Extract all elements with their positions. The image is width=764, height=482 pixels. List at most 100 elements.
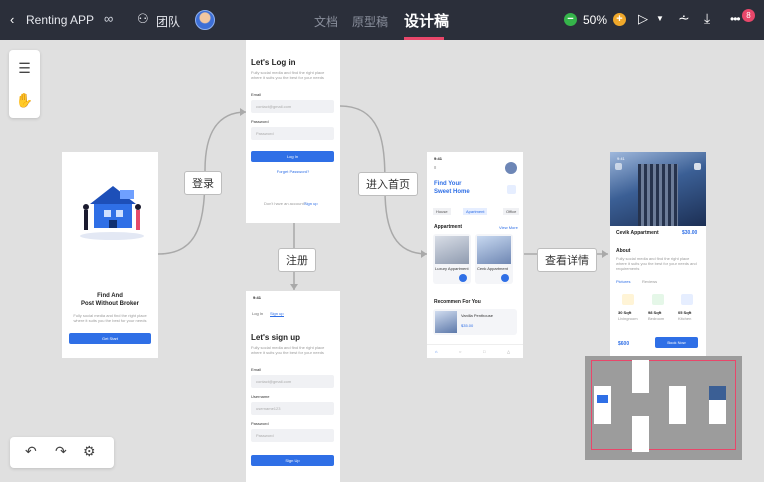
design-canvas[interactable]: 登录 注册 进入首页 查看详情 ☰ ✋ ↶ ↷ ⚙ Find And Post … bbox=[0, 40, 764, 482]
profile-icon[interactable]: △ bbox=[507, 349, 510, 354]
tab-prototype[interactable]: 原型稿 bbox=[352, 13, 388, 30]
signup-email-field[interactable]: contact@gmail.com bbox=[251, 375, 334, 388]
flow-label-view-details[interactable]: 查看详情 bbox=[537, 248, 597, 272]
undo-icon[interactable]: ↶ bbox=[25, 443, 37, 460]
feature-value: 98 Sqft bbox=[648, 310, 662, 315]
livingroom-icon bbox=[622, 294, 634, 305]
feature-value: 30 Sqft bbox=[618, 310, 632, 315]
chip-house[interactable]: House bbox=[433, 208, 451, 215]
minimap-screen bbox=[709, 386, 726, 424]
bookmark-icon[interactable] bbox=[694, 163, 701, 170]
gear-icon[interactable]: ⚙ bbox=[83, 443, 96, 460]
screen-splash[interactable]: Find And Post Without Broker Fully socia… bbox=[62, 152, 158, 358]
password-field[interactable]: Password bbox=[251, 127, 334, 140]
feature-value: 05 Sqft bbox=[678, 310, 692, 315]
signup-title: Let's sign up bbox=[251, 333, 301, 342]
email-label: Email bbox=[251, 92, 262, 97]
screen-signup[interactable]: 9:41 Log In Sign up Let's sign up Fully … bbox=[246, 291, 340, 482]
tab-design[interactable]: 设计稿 bbox=[404, 10, 449, 31]
building-photo bbox=[610, 152, 706, 226]
password-label: Password bbox=[251, 119, 269, 124]
forgot-password-link[interactable]: Forget Password? bbox=[246, 169, 340, 174]
menu-icon[interactable]: ≡ bbox=[434, 165, 436, 170]
screen-home[interactable]: 9:41 ≡ Find Your Sweet Home House Apartm… bbox=[427, 152, 523, 358]
feature-label: Kitchen bbox=[678, 316, 692, 321]
no-account-text: Don't have an account? bbox=[264, 201, 306, 206]
chip-apartment[interactable]: Apartment bbox=[463, 208, 488, 215]
notification-badge[interactable]: 8 bbox=[742, 9, 755, 22]
top-bar: ‹ Renting APP ∞ ⚇ 团队 文档 原型稿 设计稿 − 50% + … bbox=[0, 0, 764, 40]
avatar[interactable] bbox=[505, 162, 517, 174]
share-icon[interactable]: ⩪ bbox=[678, 10, 690, 27]
detail-name: Cevik Appartment bbox=[616, 230, 659, 236]
detail-price: $30.00 bbox=[682, 230, 698, 236]
status-time: 9:41 bbox=[617, 156, 625, 161]
more-icon[interactable]: ••• bbox=[730, 12, 741, 26]
tab-pictures[interactable]: Pictures bbox=[616, 279, 630, 284]
splash-title-1: Find And bbox=[97, 293, 123, 299]
bedroom-icon bbox=[652, 294, 664, 305]
house-illustration bbox=[80, 186, 144, 240]
zoom-in-icon[interactable]: + bbox=[613, 13, 626, 26]
avatar[interactable] bbox=[195, 10, 215, 30]
bottom-price: $600 bbox=[618, 341, 630, 347]
home-icon[interactable]: ⌂ bbox=[435, 349, 437, 354]
search-icon[interactable]: ○ bbox=[459, 349, 461, 354]
minimap-screen bbox=[632, 416, 649, 452]
login-title: Let's Log in bbox=[251, 58, 296, 67]
back-icon[interactable] bbox=[615, 163, 622, 170]
chevron-down-icon[interactable]: ▼ bbox=[656, 14, 664, 23]
splash-title-2: Post Without Broker bbox=[81, 301, 139, 307]
screen-login[interactable]: Let's Log in Fully social media and find… bbox=[246, 40, 340, 223]
hand-icon[interactable]: ✋ bbox=[9, 85, 40, 115]
email-field[interactable]: contact@gmail.com bbox=[251, 100, 334, 113]
login-button[interactable]: Log In bbox=[251, 151, 334, 162]
message-icon[interactable]: □ bbox=[483, 349, 485, 354]
zoom-level: 50% bbox=[583, 13, 608, 27]
team-icon[interactable]: ⚇ bbox=[137, 11, 149, 27]
play-icon[interactable]: ▷ bbox=[638, 11, 648, 27]
flow-label-register[interactable]: 注册 bbox=[278, 248, 316, 272]
tab-reviews[interactable]: Reviews bbox=[642, 279, 657, 284]
book-now-button[interactable]: Book Now bbox=[655, 337, 698, 348]
signup-email-label: Email bbox=[251, 367, 262, 372]
screen-detail[interactable]: 9:41 Cevik Appartment $30.00 About Fully… bbox=[610, 152, 706, 358]
tab-docs[interactable]: 文档 bbox=[314, 13, 338, 30]
signup-subtitle: Fully social media and find the right pl… bbox=[251, 345, 325, 355]
zoom-out-icon[interactable]: − bbox=[564, 13, 577, 26]
get-start-button[interactable]: Get Start bbox=[69, 333, 151, 344]
apartment-card[interactable]: Luxury Appartment bbox=[433, 234, 471, 284]
history-toolbar: ↶ ↷ ⚙ bbox=[10, 437, 114, 468]
chevron-left-icon[interactable]: ‹ bbox=[10, 12, 14, 27]
download-icon[interactable]: ⤓ bbox=[704, 10, 710, 27]
signup-button[interactable]: Sign Up bbox=[251, 455, 334, 466]
recommend-card[interactable]: Vanilla Penthouse $35.00 bbox=[433, 309, 517, 335]
minimap[interactable] bbox=[585, 356, 742, 460]
signup-password-field[interactable]: Password bbox=[251, 429, 334, 442]
apartment-card[interactable]: Cenk Appartment bbox=[475, 234, 513, 284]
flow-label-login[interactable]: 登录 bbox=[184, 171, 222, 195]
status-time: 9:41 bbox=[434, 156, 443, 161]
chip-office[interactable]: Office bbox=[503, 208, 520, 215]
bottom-nav: ⌂ ○ □ △ bbox=[427, 344, 523, 358]
username-label: Username bbox=[251, 394, 270, 399]
status-time: 9:41 bbox=[253, 295, 262, 300]
flow-label-enter-home[interactable]: 进入首页 bbox=[358, 172, 418, 196]
redo-icon[interactable]: ↷ bbox=[55, 443, 67, 460]
view-all-link[interactable]: View More bbox=[499, 225, 518, 230]
tool-palette: ☰ ✋ bbox=[9, 50, 40, 118]
sign-up-link[interactable]: Sign up bbox=[304, 201, 318, 206]
home-title-1: Find Your bbox=[434, 181, 462, 187]
signup-password-label: Password bbox=[251, 421, 269, 426]
layers-icon[interactable]: ☰ bbox=[9, 53, 40, 83]
link-icon[interactable]: ∞ bbox=[104, 11, 113, 26]
about-text: Fully social media and find the right pl… bbox=[616, 256, 697, 271]
home-title-2: Sweet Home bbox=[434, 189, 470, 195]
tab-signup[interactable]: Sign up bbox=[270, 311, 284, 317]
filter-icon[interactable] bbox=[507, 185, 516, 194]
username-field[interactable]: username123 bbox=[251, 402, 334, 415]
tab-login[interactable]: Log In bbox=[252, 311, 263, 316]
team-label[interactable]: 团队 bbox=[156, 13, 180, 30]
feature-label: Bedroom bbox=[648, 316, 665, 321]
minimap-screen bbox=[669, 386, 686, 424]
